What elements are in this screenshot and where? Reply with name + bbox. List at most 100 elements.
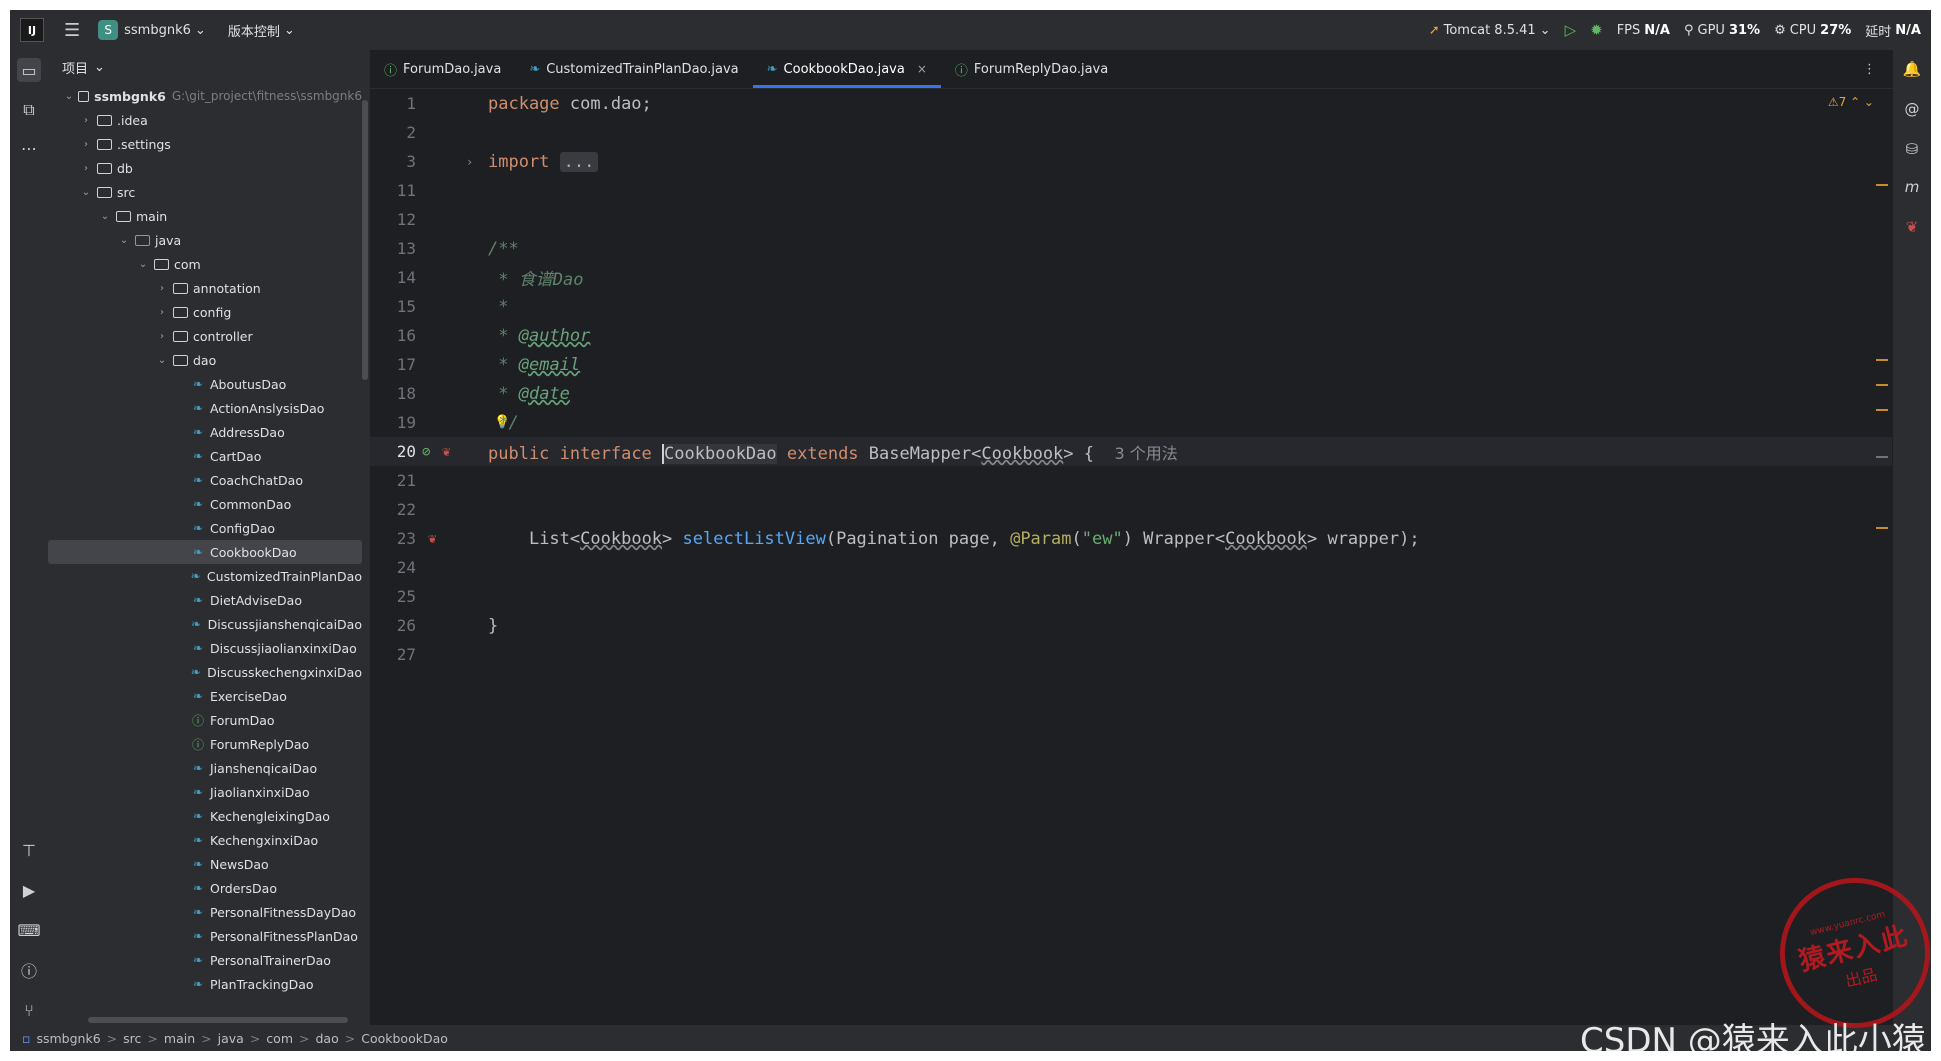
breadcrumb-item[interactable]: dao [315, 1031, 338, 1046]
run-icon[interactable]: ▷ [1565, 21, 1577, 39]
project-badge[interactable]: S [98, 20, 119, 40]
structure-icon[interactable]: ⧉ [17, 98, 41, 122]
breadcrumb-item[interactable]: src [123, 1031, 141, 1046]
tree-item[interactable]: ❧ KechengxinxiDao [48, 828, 362, 852]
scrollbar-marker[interactable] [1876, 184, 1888, 186]
tree-item[interactable]: ❧ PersonalTrainerDao [48, 948, 362, 972]
editor-tab[interactable]: ⓘ ForumDao.java [370, 50, 515, 88]
database-icon[interactable]: ⛁ [1901, 138, 1923, 160]
scrollbar-marker[interactable] [1876, 384, 1888, 386]
code-token: < [971, 443, 982, 464]
project-folder-icon[interactable]: ▭ [17, 58, 41, 82]
tree-item[interactable]: ❧ CartDao [48, 444, 362, 468]
project-panel-header[interactable]: 项目 ⌄ [48, 50, 370, 84]
tree-item[interactable]: ❧ JiaolianxinxiDao [48, 780, 362, 804]
scrollbar-marker[interactable] [1876, 359, 1888, 361]
implemented-icon[interactable]: ⊘ [422, 444, 430, 460]
tree-item[interactable]: ⓘ ForumReplyDao [48, 732, 362, 756]
project-scrollbar-vertical[interactable] [362, 100, 368, 380]
chevron-right-icon[interactable]: › [155, 307, 169, 318]
problems-icon[interactable]: ⓘ [17, 958, 41, 982]
tree-item[interactable]: ❧ PlanTrackingDao [48, 972, 362, 996]
git-icon[interactable]: ⑂ [17, 998, 41, 1022]
tree-item[interactable]: ⌄ dao [48, 348, 362, 372]
chevron-down-icon[interactable]: ⌄ [79, 187, 93, 198]
tree-item[interactable]: › config [48, 300, 362, 324]
tree-item[interactable]: ❧ DietAdviseDao [48, 588, 362, 612]
chevron-down-icon[interactable]: ⌄ [117, 235, 131, 246]
debug-icon[interactable]: ✹ [1590, 21, 1603, 39]
mybatis-bird-icon[interactable]: ❦ [442, 444, 450, 460]
project-scrollbar-horizontal[interactable] [88, 1017, 348, 1023]
tree-item[interactable]: ⌄ com [48, 252, 362, 276]
tree-item[interactable]: ❧ PersonalFitnessDayDao [48, 900, 362, 924]
tree-item[interactable]: › .settings [48, 132, 362, 156]
code-editor[interactable]: ⚠7 ⌃ ⌄ 1 package com.dao; 2 3 › import .… [370, 89, 1892, 1025]
tree-item[interactable]: ⌄ java [48, 228, 362, 252]
tree-item[interactable]: ❧ NewsDao [48, 852, 362, 876]
main-menu-icon[interactable]: ☰ [64, 20, 80, 41]
tree-item[interactable]: › controller [48, 324, 362, 348]
mybatis-bird-icon[interactable]: ❦ [1901, 216, 1923, 238]
chevron-right-icon[interactable]: › [155, 331, 169, 342]
chevron-down-icon[interactable]: ⌄ [136, 259, 150, 270]
tree-item[interactable]: ❧ ActionAnslysisDao [48, 396, 362, 420]
chevron-down-icon[interactable]: ⌄ [98, 211, 112, 222]
scrollbar-marker[interactable] [1876, 527, 1888, 529]
breadcrumb-item[interactable]: main [164, 1031, 195, 1046]
tree-item[interactable]: ❧ DiscussjianshenqicaiDao [48, 612, 362, 636]
run-config-selector[interactable]: ➚ Tomcat 8.5.41 ⌄ [1429, 23, 1551, 38]
tree-item[interactable]: ❧ PersonalFitnessPlanDao [48, 924, 362, 948]
tree-item[interactable]: ❧ CustomizedTrainPlanDao [48, 564, 362, 588]
editor-tab[interactable]: ❧ CustomizedTrainPlanDao.java [515, 50, 752, 88]
vcs-menu[interactable]: 版本控制 ⌄ [228, 21, 295, 40]
editor-tab[interactable]: ❧ CookbookDao.java × [752, 50, 942, 88]
build-icon[interactable]: ⊤ [17, 838, 41, 862]
tree-item[interactable]: ❧ KechengleixingDao [48, 804, 362, 828]
folded-imports[interactable]: ... [559, 151, 599, 172]
breadcrumb-item[interactable]: ssmbgnk6 [36, 1031, 100, 1046]
tree-item[interactable]: › annotation [48, 276, 362, 300]
tab-actions-icon[interactable]: ⋮ [1863, 62, 1876, 77]
tree-item[interactable]: ❧ DiscusskechengxinxiDao [48, 660, 362, 684]
tree-item[interactable]: ⌄ main [48, 204, 362, 228]
chevron-right-icon[interactable]: › [79, 163, 93, 174]
chevron-right-icon[interactable]: › [79, 139, 93, 150]
mybatis-bird-icon[interactable]: ❦ [428, 531, 436, 547]
terminal-icon[interactable]: ⌨ [17, 918, 41, 942]
ai-assistant-icon[interactable]: @ [1901, 98, 1923, 120]
tree-item[interactable]: ❧ ExerciseDao [48, 684, 362, 708]
tree-item[interactable]: ❧ AboutusDao [48, 372, 362, 396]
close-icon[interactable]: × [917, 62, 927, 76]
chevron-right-icon[interactable]: › [79, 115, 93, 126]
usages-inlay-hint[interactable]: 3 个用法 [1115, 444, 1178, 463]
tree-item[interactable]: ❧ CoachChatDao [48, 468, 362, 492]
services-icon[interactable]: ▶ [17, 878, 41, 902]
chevron-down-icon[interactable]: ⌄ [155, 355, 169, 366]
breadcrumb-item[interactable]: java [218, 1031, 244, 1046]
scrollbar-marker[interactable] [1876, 456, 1888, 458]
fold-chevron-icon[interactable]: › [466, 155, 473, 169]
tree-item[interactable]: › .idea [48, 108, 362, 132]
tree-item[interactable]: ❧ ConfigDao [48, 516, 362, 540]
tree-item[interactable]: ❧ DiscussjiaolianxinxiDao [48, 636, 362, 660]
tree-item[interactable]: ⓘ ForumDao [48, 708, 362, 732]
scrollbar-marker[interactable] [1876, 409, 1888, 411]
tree-item[interactable]: ❧ CommonDao [48, 492, 362, 516]
project-switcher[interactable]: ssmbgnk6 ⌄ [124, 23, 206, 38]
maven-icon[interactable]: m [1901, 176, 1923, 198]
tree-item[interactable]: ❧ OrdersDao [48, 876, 362, 900]
tree-item[interactable]: ⌄ src [48, 180, 362, 204]
editor-tab[interactable]: ⓘ ForumReplyDao.java [941, 50, 1122, 88]
more-icon[interactable]: ⋯ [17, 136, 41, 160]
chevron-right-icon[interactable]: › [155, 283, 169, 294]
tree-item[interactable]: ❧ JianshenqicaiDao [48, 756, 362, 780]
tree-item[interactable]: › db [48, 156, 362, 180]
breadcrumb-item[interactable]: CookbookDao [361, 1031, 448, 1046]
code-line: 14 * 食谱Dao [370, 263, 1892, 292]
notifications-icon[interactable]: 🔔 [1901, 58, 1923, 80]
tree-item[interactable]: ❧ CookbookDao [48, 540, 362, 564]
tree-root[interactable]: ⌄ ssmbgnk6 G:\git_project\fitness\ssmbgn… [48, 84, 362, 108]
breadcrumb-item[interactable]: com [266, 1031, 293, 1046]
tree-item[interactable]: ❧ AddressDao [48, 420, 362, 444]
